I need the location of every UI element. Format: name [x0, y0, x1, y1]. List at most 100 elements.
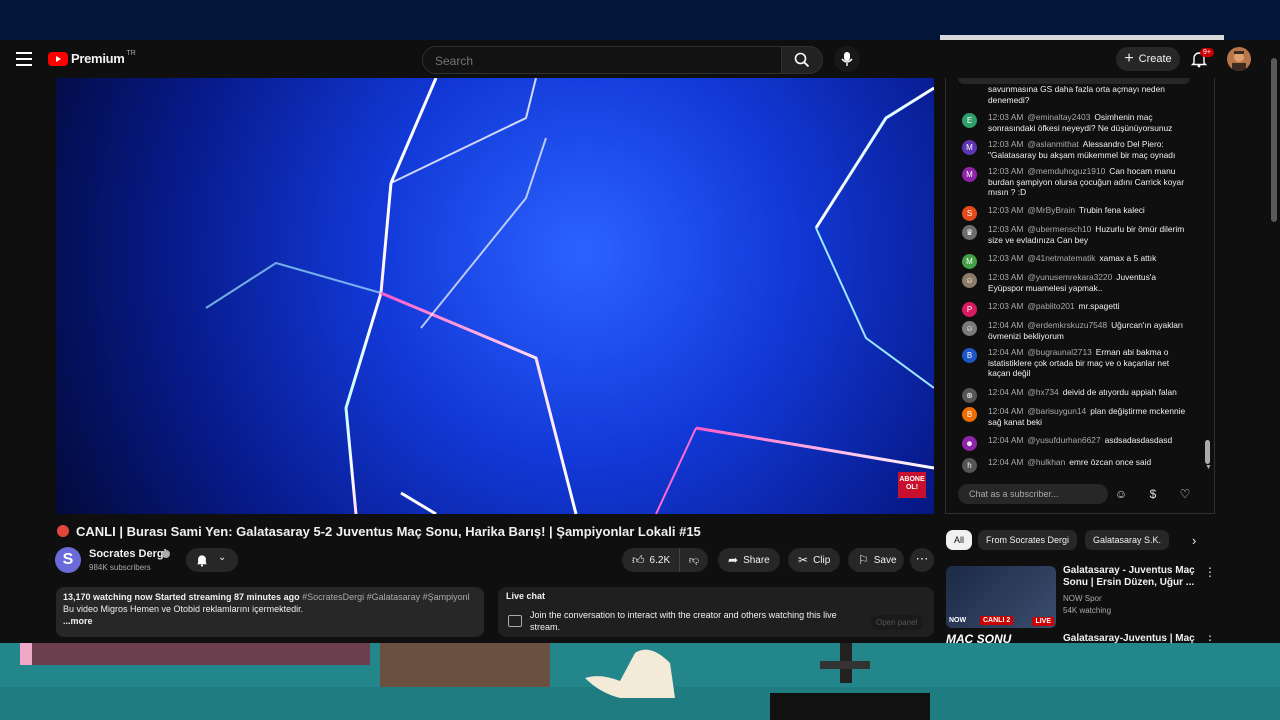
chat-message[interactable]: S 12:03 AM @MrByBrain Trubin fena kaleci	[958, 205, 1190, 221]
chat-username[interactable]: @ubermensch10	[1027, 224, 1091, 234]
dislike-button[interactable]: 👎︎	[680, 554, 708, 566]
chat-message-body: 12:03 AM @eminaltay2403 Osimhenin maç sonr…	[988, 112, 1190, 133]
clip-label: Clip	[813, 554, 831, 566]
chat-message[interactable]: ☺ 12:04 AM @erdemkrskuzu7548 Uğurcan'ın aya…	[958, 320, 1190, 341]
search-box[interactable]	[422, 46, 782, 74]
chat-message[interactable]: ⊛ 12:04 AM @hx734 deivid de atıyordu appiah…	[958, 387, 1190, 403]
chat-username[interactable]: @barisuygun14	[1027, 406, 1086, 416]
chat-user-avatar[interactable]: B	[962, 407, 977, 422]
chat-input[interactable]: Chat as a subscriber...	[958, 484, 1108, 504]
chat-user-avatar[interactable]: S	[962, 206, 977, 221]
chat-timestamp: 12:04 AM	[988, 406, 1024, 416]
chat-user-avatar[interactable]: ☺	[962, 273, 977, 288]
chat-message-body: 12:03 AM @ubermensch10 Huzurlu bir ömür di…	[988, 224, 1190, 245]
subscription-bell-button[interactable]: ⌄	[186, 548, 238, 572]
chat-message[interactable]: ♛ 12:03 AM @ubermensch10 Huzurlu bir ömür d…	[958, 224, 1190, 245]
chat-timestamp: 12:03 AM	[988, 224, 1024, 234]
chat-username[interactable]: @hx734	[1027, 387, 1058, 397]
chat-message[interactable]: E 12:03 AM @eminaltay2403 Osimhenin maç son…	[958, 112, 1190, 133]
like-button[interactable]: 👍︎ 6.2K	[622, 548, 680, 572]
youtube-play-icon	[48, 51, 68, 66]
chat-username[interactable]: @yunusemrekara3220	[1027, 272, 1112, 282]
chat-username[interactable]: @eminaltay2403	[1027, 112, 1090, 122]
chat-message[interactable]: P 12:03 AM @pablito201 mr.spagetti	[958, 301, 1190, 317]
chat-username[interactable]: @memduhoguz1910	[1027, 166, 1105, 176]
description-text: Bu video Migros Hemen ve Otobid reklamla…	[63, 604, 304, 614]
related-thumbnail[interactable]: NOW CANLI 2 LIVE	[946, 566, 1056, 628]
emoji-icon[interactable]: ☺	[1113, 486, 1129, 502]
video-frame-starball	[205, 78, 934, 514]
chat-username[interactable]: @41netmatematik	[1027, 253, 1095, 263]
chat-user-avatar[interactable]: M	[962, 254, 977, 269]
microphone-icon	[841, 52, 853, 66]
kebab-menu-icon[interactable]: ⋮	[1204, 565, 1216, 579]
chat-timestamp: 12:04 AM	[988, 435, 1024, 445]
show-more-link[interactable]: ...more	[63, 615, 477, 627]
related-video-title[interactable]: Galatasaray - Juventus Maç Sonu | Ersin …	[1063, 565, 1203, 589]
chat-user-avatar[interactable]: ☻	[962, 436, 977, 451]
chat-scroll-down-icon[interactable]: ▼	[1205, 464, 1212, 471]
chip-galatasaray[interactable]: Galatasaray S.K.	[1085, 530, 1170, 550]
page-scrollbar-thumb[interactable]	[1271, 58, 1277, 222]
chat-message[interactable]: B 12:04 AM @bugraunal2713 Erman abi bakma o…	[958, 347, 1190, 379]
chat-message-body: 12:04 AM @bugraunal2713 Erman abi bakma o …	[988, 347, 1190, 379]
chat-message-body: 12:03 AM @41netmatematik xamax a 5 attık	[988, 253, 1190, 264]
chat-username[interactable]: @pablito201	[1027, 301, 1074, 311]
chat-user-avatar[interactable]: ☺	[962, 321, 977, 336]
voice-search-button[interactable]	[834, 46, 860, 72]
chat-user-avatar[interactable]: P	[962, 302, 977, 317]
hashtags[interactable]: #SocratesDergi #Galatasaray #Şampiyonl	[302, 592, 470, 602]
account-avatar[interactable]	[1227, 47, 1251, 71]
youtube-premium-logo[interactable]: Premium TR	[48, 50, 136, 66]
chat-user-avatar[interactable]: ♛	[962, 225, 977, 240]
live-chat-heading: Live chat	[506, 591, 546, 601]
heart-icon[interactable]: ♡	[1177, 486, 1193, 502]
chat-user-avatar[interactable]: M	[962, 140, 977, 155]
chat-user-avatar[interactable]: h	[962, 458, 977, 473]
chat-user-avatar[interactable]: M	[962, 167, 977, 182]
chip-all[interactable]: All	[946, 530, 973, 550]
open-panel-button[interactable]: Open panel	[870, 615, 924, 630]
search-button[interactable]	[781, 46, 823, 74]
chat-message[interactable]: M 12:03 AM @aslanmithat Alessandro Del Pier…	[958, 139, 1190, 160]
chat-username[interactable]: @aslanmithat	[1027, 139, 1078, 149]
chat-timestamp: 12:03 AM	[988, 301, 1024, 311]
menu-icon[interactable]	[16, 52, 32, 66]
chat-user-avatar[interactable]: ⊛	[962, 388, 977, 403]
thumbs-down-icon: 👎︎	[688, 555, 700, 566]
chat-username[interactable]: @yusufdurhan6627	[1027, 435, 1100, 445]
description-box[interactable]: 13,170 watching now Started streaming 87…	[56, 587, 484, 637]
chat-message[interactable]: ☻ 12:04 AM @yusufdurhan6627 asdsadasdasdasd	[958, 435, 1190, 451]
clip-button[interactable]: ✂ Clip	[788, 548, 840, 572]
chevron-right-icon[interactable]: ›	[1192, 533, 1196, 548]
chat-message[interactable]: M 12:03 AM @41netmatematik xamax a 5 attık	[958, 253, 1190, 269]
more-actions-button[interactable]: ⋯	[910, 548, 934, 572]
chat-message[interactable]: savunmasına GS daha fazla orta açmayı ne…	[958, 84, 1190, 105]
video-player[interactable]	[56, 78, 934, 514]
search-input[interactable]	[433, 53, 757, 69]
chip-from-channel[interactable]: From Socrates Dergi	[978, 530, 1078, 550]
channel-avatar[interactable]: S	[55, 547, 81, 573]
share-label: Share	[743, 554, 770, 566]
chat-username[interactable]: @MrByBrain	[1027, 205, 1075, 215]
related-channel-name[interactable]: NOW Spor	[1063, 594, 1102, 603]
chat-message[interactable]: ☺ 12:03 AM @yunusemrekara3220 Juventus'a Ey…	[958, 272, 1190, 293]
chat-timestamp: 12:03 AM	[988, 166, 1024, 176]
channel-name[interactable]: Socrates Dergi	[89, 548, 167, 560]
chat-username[interactable]: @bugraunal2713	[1027, 347, 1091, 357]
chat-username[interactable]: @hulkhan	[1027, 457, 1065, 467]
share-button[interactable]: ➦ Share	[718, 548, 780, 572]
chat-message-body: 12:04 AM @hx734 deivid de atıyordu appiah …	[988, 387, 1190, 398]
create-button[interactable]: + Create	[1116, 47, 1180, 71]
chat-user-avatar[interactable]: E	[962, 113, 977, 128]
save-label: Save	[873, 554, 897, 566]
chat-message[interactable]: M 12:03 AM @memduhoguz1910 Can hocam manu b…	[958, 166, 1190, 198]
chat-message[interactable]: B 12:04 AM @barisuygun14 plan değiştirme mc…	[958, 406, 1190, 427]
chat-scrollbar[interactable]	[1205, 440, 1210, 464]
chat-user-avatar[interactable]: B	[962, 348, 977, 363]
chat-username[interactable]: @erdemkrskuzu7548	[1027, 320, 1107, 330]
save-button[interactable]: ⚐ Save	[848, 548, 904, 572]
chat-message[interactable]: h 12:04 AM @hulkhan emre özcan once said	[958, 457, 1190, 473]
verified-icon	[162, 550, 170, 558]
super-chat-icon[interactable]: $	[1145, 486, 1161, 502]
